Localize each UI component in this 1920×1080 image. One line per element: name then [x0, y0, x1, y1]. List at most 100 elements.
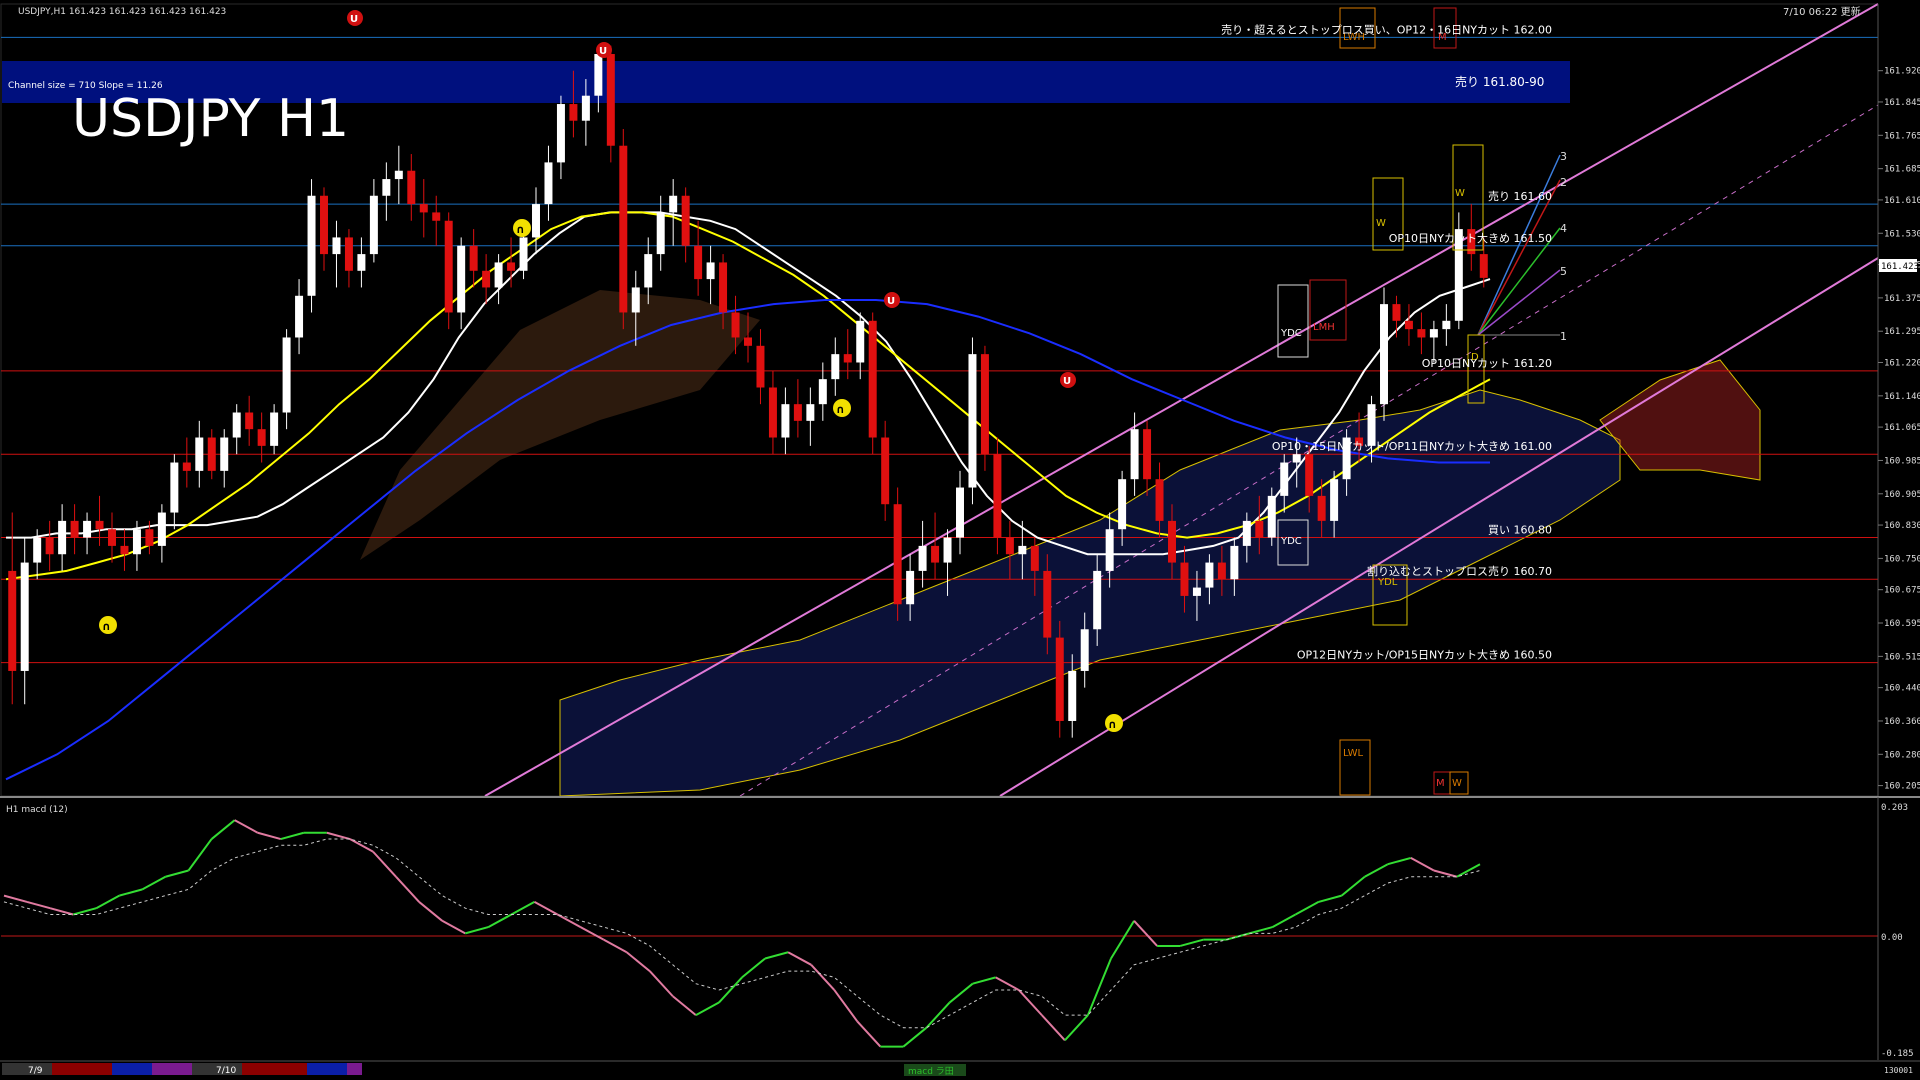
candle-body: [382, 179, 391, 196]
candle-body: [270, 412, 279, 446]
candle-body: [419, 204, 428, 213]
svg-text:U: U: [350, 14, 358, 25]
level-label: OP10・15日NYカット/OP11日NYカット大きめ 161.00: [1272, 439, 1552, 453]
w-upper-label: W: [1455, 188, 1465, 199]
candle-body: [1417, 329, 1426, 338]
candle-body: [519, 237, 528, 271]
price-tick-label: 160.205: [1884, 782, 1920, 792]
candle-body: [432, 212, 441, 221]
candle-body: [1267, 495, 1276, 538]
macd-tab-label: macd ラ田: [908, 1066, 954, 1077]
candle-body: [20, 562, 29, 671]
candle-body: [556, 104, 565, 163]
candle-body: [868, 320, 877, 438]
candle-body: [207, 437, 216, 471]
candle-body: [806, 404, 815, 421]
session-bar-1: [2, 1063, 52, 1075]
svg-text:∩: ∩: [1108, 718, 1117, 731]
symbol-title: USDJPY H1: [72, 89, 349, 149]
candle-body: [793, 404, 802, 421]
level-label: 割り込むとストップロス売り 160.70: [1367, 564, 1552, 578]
level-label: OP12日NYカット/OP15日NYカット大きめ 160.50: [1297, 648, 1552, 662]
buy-signal-marker: ∩: [513, 219, 531, 237]
price-tick-label: 160.830: [1884, 521, 1920, 531]
bottom-right-label: 130001: [1884, 1066, 1913, 1075]
candle-body: [906, 570, 915, 605]
price-tick-label: 160.905: [1884, 490, 1920, 500]
candle-body: [357, 254, 366, 271]
candle-body: [594, 54, 603, 96]
price-tick-label: 161.920: [1884, 67, 1920, 77]
candle-body: [1168, 520, 1176, 563]
candle-body: [644, 254, 653, 288]
candle-body: [744, 337, 752, 346]
svg-text:∩: ∩: [102, 620, 111, 633]
candle-body: [968, 354, 977, 488]
candle-body: [245, 412, 254, 430]
candle-body: [307, 195, 316, 296]
candle-body: [831, 354, 840, 380]
time-label-7-9: 7/9: [28, 1066, 43, 1076]
candle-body: [1317, 495, 1326, 521]
buy-signal-marker: ∩: [833, 399, 851, 417]
session-bar-2: [52, 1063, 112, 1075]
candle-body: [706, 262, 715, 280]
candle-body: [145, 529, 154, 546]
chart-info-line: USDJPY,H1 161.423 161.423 161.423 161.42…: [18, 7, 226, 17]
candle-body: [1143, 429, 1152, 480]
candle-body: [457, 245, 466, 313]
candle-body: [1479, 254, 1488, 278]
price-tick-label: 160.675: [1884, 586, 1920, 596]
candle-body: [1080, 629, 1089, 671]
candle-body: [1330, 479, 1339, 521]
session-bar-7: [307, 1063, 347, 1075]
candle-body: [843, 354, 852, 363]
macd-tick-top: 0.203: [1881, 803, 1908, 813]
w-box-label: W: [1376, 218, 1386, 229]
ydl-label: YDL: [1377, 577, 1398, 588]
candle-body: [1205, 562, 1214, 588]
candle-body: [58, 520, 67, 555]
candle-body: [1055, 637, 1064, 721]
candle-body: [1105, 529, 1114, 571]
price-tick-label: 160.750: [1884, 554, 1920, 564]
macd-title: H1 macd (12): [6, 805, 68, 815]
current-price-label: 161.423: [1881, 262, 1919, 272]
candle-body: [320, 195, 328, 255]
price-tick-label: 161.530: [1884, 229, 1920, 239]
candle-body: [1043, 570, 1052, 638]
candle-body: [95, 520, 104, 530]
session-bar-3: [112, 1063, 152, 1075]
candle-body: [781, 404, 790, 438]
candle-body: [170, 462, 179, 513]
candle-body: [980, 354, 989, 455]
candle-body: [931, 545, 940, 563]
lwl-label: LWL: [1343, 748, 1364, 759]
candle-body: [1280, 462, 1289, 496]
candle-body: [1130, 429, 1139, 480]
sell-signal-marker: U: [884, 292, 900, 308]
update-time: 7/10 06:22 更新: [1783, 5, 1861, 18]
candle-body: [569, 104, 578, 121]
candle-body: [993, 454, 1002, 538]
candle-body: [1217, 562, 1226, 580]
candle-body: [1155, 479, 1164, 521]
candle-body: [768, 387, 777, 438]
candle-body: [407, 170, 416, 205]
sell-signal-marker: U: [596, 42, 612, 58]
candle-body: [83, 520, 92, 538]
w-lower-label: W: [1452, 778, 1462, 789]
level-label: 買い 160.80: [1488, 524, 1552, 537]
candle-body: [918, 545, 927, 571]
candle-body: [731, 312, 740, 338]
candle-body: [344, 237, 353, 271]
fan-label-2: 2: [1560, 176, 1567, 189]
price-tick-label: 161.065: [1884, 423, 1920, 433]
candle-body: [532, 204, 540, 238]
fan-label-1: 1: [1560, 330, 1567, 343]
candle-body: [544, 162, 553, 205]
candle-body: [33, 537, 42, 563]
candle-body: [394, 170, 403, 180]
candle-body: [1255, 520, 1264, 538]
candle-body: [182, 462, 191, 471]
